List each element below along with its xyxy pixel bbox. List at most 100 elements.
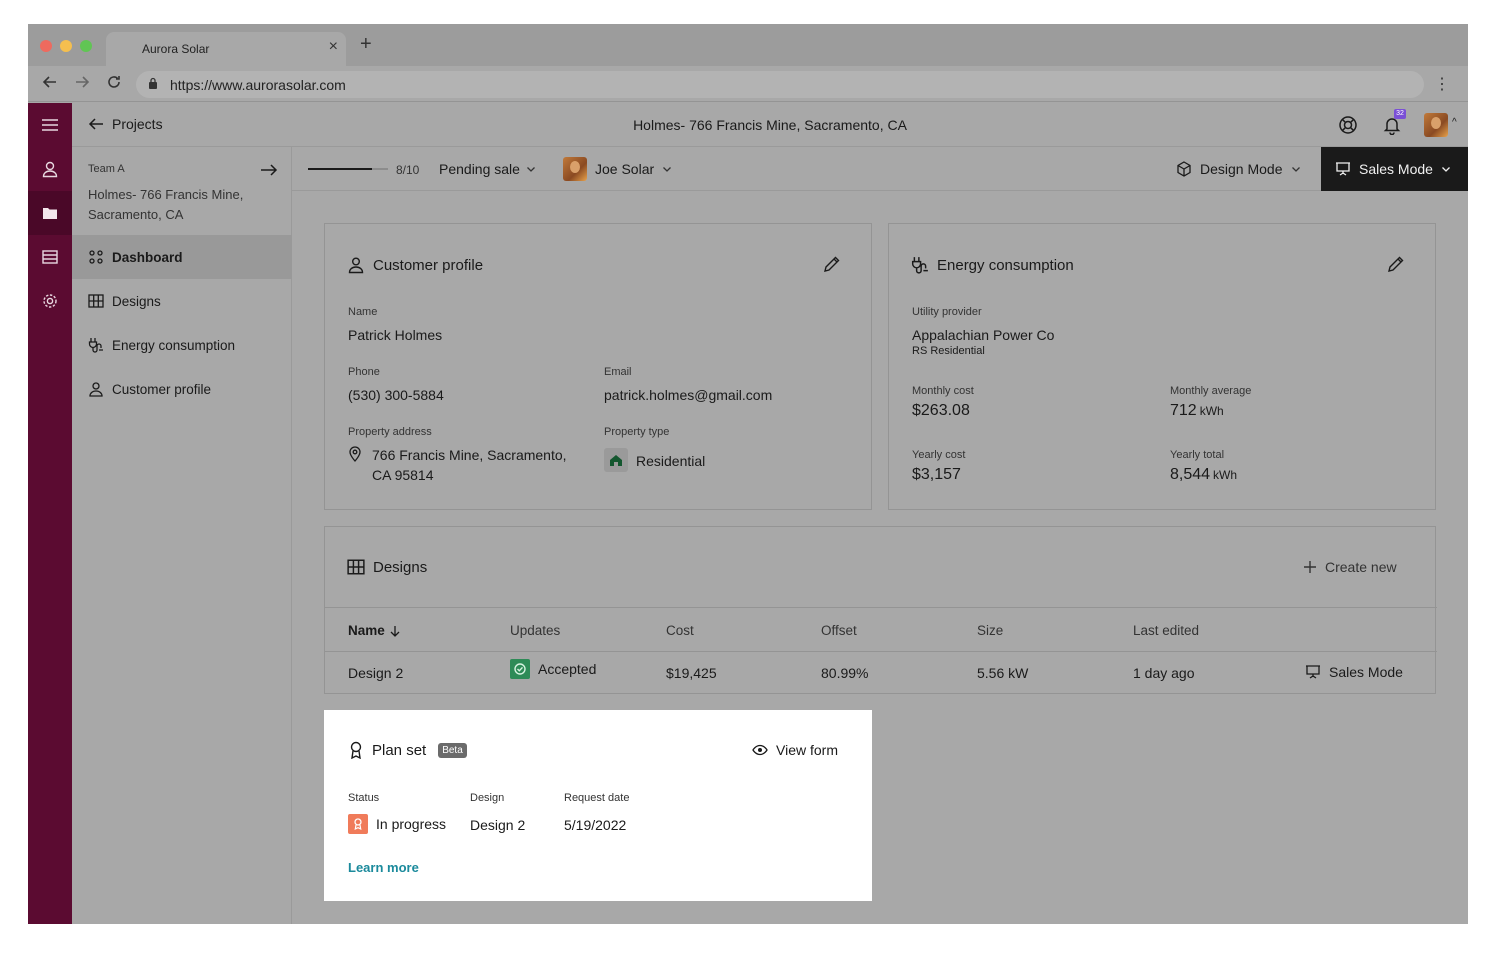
column-header-updates[interactable]: Updates — [510, 623, 560, 638]
sidebar-item-energy-consumption[interactable]: Energy consumption — [72, 323, 292, 367]
sidebar-item-label: Energy consumption — [112, 337, 236, 353]
yearly-cost-value: $3,157 — [912, 466, 961, 483]
rail-user-icon[interactable] — [28, 147, 72, 191]
column-header-size[interactable]: Size — [977, 623, 1003, 638]
user-avatar[interactable] — [1424, 113, 1448, 137]
arrow-right-icon[interactable] — [260, 161, 278, 184]
app-topbar: Projects Holmes- 766 Francis Mine, Sacra… — [72, 103, 1468, 147]
back-to-projects-button[interactable]: Projects — [88, 116, 163, 132]
accepted-check-icon — [510, 659, 530, 679]
tab-close-icon[interactable]: × — [329, 38, 338, 56]
column-header-last-edited[interactable]: Last edited — [1133, 623, 1199, 638]
browser-menu-icon[interactable]: ⋮ — [1434, 74, 1450, 94]
browser-tab[interactable]: Aurora Solar × — [106, 32, 346, 66]
eye-icon — [752, 744, 768, 756]
request-date-value: 5/19/2022 — [564, 817, 627, 833]
url-field[interactable]: https://www.aurorasolar.com — [136, 71, 1424, 98]
plus-icon — [1304, 561, 1316, 573]
window-close-button[interactable] — [40, 40, 52, 52]
name-label: Name — [348, 306, 378, 318]
column-header-cost[interactable]: Cost — [666, 623, 694, 638]
progress-fill — [308, 168, 372, 170]
plan-set-title: Plan set Beta — [348, 741, 467, 759]
address-label: Property address — [348, 426, 432, 438]
browser-window: Aurora Solar × + https://www.aurorasolar… — [28, 24, 1468, 924]
learn-more-link[interactable]: Learn more — [348, 860, 419, 875]
sidebar-item-dashboard[interactable]: Dashboard — [72, 235, 292, 279]
column-header-name[interactable]: Name — [348, 623, 401, 638]
plan-status: In progress — [348, 814, 446, 834]
design-size: 5.56 kW — [977, 665, 1029, 681]
user-icon — [348, 257, 364, 274]
project-sidebar: Team A Holmes- 766 Francis Mine, Sacrame… — [72, 147, 292, 924]
chevron-down-icon — [1291, 167, 1300, 172]
sidebar-item-designs[interactable]: Designs — [72, 279, 292, 323]
monthly-average-label: Monthly average — [1170, 385, 1252, 397]
column-header-offset[interactable]: Offset — [821, 623, 857, 638]
view-form-label: View form — [776, 742, 838, 758]
request-date-label: Request date — [564, 792, 630, 804]
yearly-total-number: 8,544 — [1170, 466, 1211, 483]
grid-icon — [347, 559, 365, 575]
house-icon — [604, 448, 628, 472]
property-type-value: Residential — [636, 453, 706, 469]
forward-arrow-icon[interactable] — [74, 74, 90, 95]
owner-name: Joe Solar — [595, 161, 655, 177]
sale-status-value: Pending sale — [439, 161, 520, 177]
back-projects-label: Projects — [112, 116, 163, 132]
help-lifebuoy-icon[interactable] — [1338, 115, 1358, 140]
window-maximize-button[interactable] — [80, 40, 92, 52]
reload-icon[interactable] — [106, 74, 122, 95]
window-minimize-button[interactable] — [60, 40, 72, 52]
hamburger-menu-icon[interactable] — [28, 103, 72, 147]
owner-avatar — [563, 157, 587, 181]
design-mode-button[interactable]: Design Mode — [1176, 161, 1301, 177]
design-mode-label: Design Mode — [1200, 161, 1283, 177]
row-sales-mode-label: Sales Mode — [1329, 664, 1403, 680]
new-tab-icon[interactable]: + — [360, 34, 372, 54]
sale-status-dropdown[interactable]: Pending sale — [439, 161, 536, 177]
column-header-name-label: Name — [348, 623, 385, 638]
row-sales-mode-button[interactable]: Sales Mode — [1305, 664, 1403, 680]
plug-icon — [88, 338, 103, 353]
design-name[interactable]: Design 2 — [348, 665, 403, 681]
rail-settings-icon[interactable] — [28, 279, 72, 323]
monthly-cost-value: $263.08 — [912, 402, 970, 419]
plan-status-label: Status — [348, 792, 380, 804]
address-line2: CA 95814 — [372, 467, 434, 483]
customer-profile-title: Customer profile — [347, 256, 483, 274]
name-value: Patrick Holmes — [348, 327, 443, 343]
chevron-up-icon[interactable]: ^ — [1452, 117, 1457, 128]
chevron-down-icon — [663, 167, 672, 172]
rail-list-icon[interactable] — [28, 235, 72, 279]
card-title-text: Plan set — [372, 741, 427, 759]
sidebar-item-label: Dashboard — [112, 249, 183, 265]
designs-table-header: Name Updates Cost Offset Size Last edite… — [325, 607, 1437, 652]
edit-pencil-icon[interactable] — [823, 255, 841, 278]
back-arrow-icon[interactable] — [42, 74, 58, 95]
sidebar-item-customer-profile[interactable]: Customer profile — [72, 367, 292, 411]
edit-pencil-icon[interactable] — [1387, 255, 1405, 278]
utility-provider-label: Utility provider — [912, 306, 982, 318]
energy-consumption-card: Energy consumption Utility provider Appa… — [888, 223, 1436, 510]
create-new-design-button[interactable]: Create new — [1303, 559, 1397, 575]
property-type-label: Property type — [604, 426, 670, 438]
plan-design-value: Design 2 — [470, 817, 526, 833]
owner-dropdown[interactable]: Joe Solar — [563, 157, 672, 181]
design-last-edited: 1 day ago — [1133, 665, 1195, 681]
award-ribbon-icon — [350, 741, 362, 759]
rail-folder-icon[interactable] — [28, 191, 72, 235]
yearly-cost-label: Yearly cost — [912, 449, 966, 461]
sales-mode-button[interactable]: Sales Mode — [1321, 147, 1468, 191]
view-form-button[interactable]: View form — [752, 742, 838, 758]
design-cost: $19,425 — [666, 665, 717, 681]
monthly-average-value: 712 kWh — [1170, 402, 1224, 420]
yearly-total-label: Yearly total — [1170, 449, 1225, 461]
arrow-left-icon — [88, 118, 103, 130]
url-text: https://www.aurorasolar.com — [170, 77, 346, 93]
arrow-down-icon — [390, 625, 400, 637]
monthly-average-unit: kWh — [1199, 404, 1224, 418]
browser-tabbar: Aurora Solar × + — [28, 24, 1468, 66]
page-title: Holmes- 766 Francis Mine, Sacramento, CA — [633, 117, 907, 133]
customer-profile-card: Customer profile Name Patrick Holmes Pho… — [324, 223, 872, 510]
